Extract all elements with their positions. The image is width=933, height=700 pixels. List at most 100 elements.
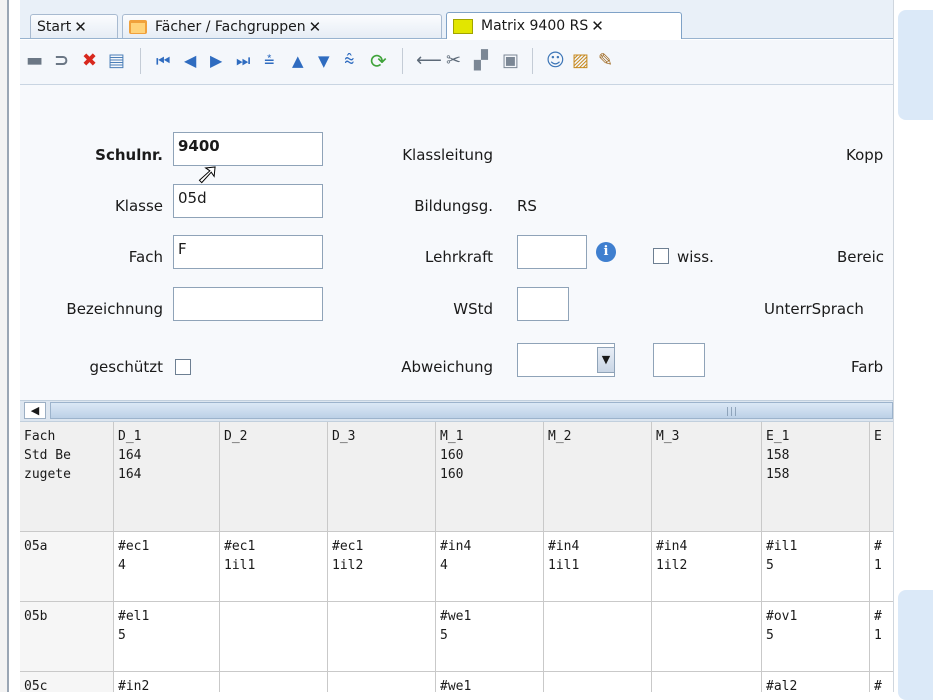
column-header-std: 164 <box>118 448 142 463</box>
grid-cell[interactable]: #we1 <box>436 672 544 692</box>
column-header-e_1[interactable]: E_1 158 158 <box>762 422 870 532</box>
grid-cell[interactable] <box>328 672 436 692</box>
copy-icon[interactable]: ▞ <box>474 50 488 72</box>
column-header-name: M_2 <box>548 429 572 444</box>
next-record-icon[interactable]: ▶ <box>210 50 222 72</box>
edit-icon[interactable]: ✎ <box>598 50 613 72</box>
grid-cell[interactable] <box>220 672 328 692</box>
lehrkraft-field[interactable] <box>517 235 587 269</box>
application-window: Start ✕ Fächer / Fachgruppen ✕ Matrix 94… <box>20 0 894 692</box>
column-header-name: M_1 <box>440 429 464 444</box>
grid-cell[interactable]: #il1 5 <box>762 532 870 602</box>
grid-cell[interactable]: #in4 1il1 <box>544 532 652 602</box>
grid-cell[interactable]: #in2 <box>114 672 220 692</box>
abweichung-extra-field[interactable] <box>653 343 705 377</box>
move-top-icon[interactable]: ⩮ <box>264 50 275 72</box>
grid-cell[interactable]: #al2 <box>762 672 870 692</box>
column-header-d_3[interactable]: D_3 <box>328 422 436 532</box>
back-arrow-icon[interactable]: ⟵ <box>416 50 442 72</box>
grid-cell[interactable] <box>544 672 652 692</box>
geschuetzt-checkbox[interactable] <box>175 359 191 375</box>
tab-start[interactable]: Start ✕ <box>30 14 118 38</box>
column-header-std <box>548 446 647 465</box>
lehrkraft-label: Lehrkraft <box>425 248 493 266</box>
grid-cell[interactable]: #ec1 1il1 <box>220 532 328 602</box>
column-header-zug <box>656 465 757 484</box>
user-icon[interactable]: ☺ <box>546 50 565 72</box>
wstd-field[interactable] <box>517 287 569 321</box>
first-record-icon[interactable]: ⏮ <box>156 50 170 72</box>
move-up-icon[interactable]: ▲ <box>292 50 304 72</box>
undo-icon[interactable]: ⊃ <box>54 50 69 72</box>
bezeichnung-field[interactable] <box>173 287 323 321</box>
tab-matrix[interactable]: Matrix 9400 RS ✕ <box>446 12 682 39</box>
move-down-icon[interactable]: ▼ <box>318 50 330 72</box>
save-icon[interactable]: ▬ <box>26 50 43 72</box>
grid-cell[interactable]: #in4 4 <box>436 532 544 602</box>
schulnr-label: Schulnr. <box>95 146 163 164</box>
column-header-std <box>656 446 757 465</box>
bildungsg-label: Bildungsg. <box>414 197 493 215</box>
cut-icon[interactable]: ✂ <box>446 50 461 72</box>
grid-cell[interactable]: #ec1 1il2 <box>328 532 436 602</box>
column-header-e[interactable]: E <box>870 422 893 532</box>
column-header-m_1[interactable]: M_1 160 160 <box>436 422 544 532</box>
report-icon[interactable]: ▨ <box>572 50 589 72</box>
delete-icon[interactable]: ✖ <box>82 50 97 72</box>
grid-cell[interactable]: # 1 <box>870 532 893 602</box>
grid-cell[interactable]: #ec1 4 <box>114 532 220 602</box>
bildungsg-value: RS <box>517 197 537 215</box>
last-record-icon[interactable]: ⏭ <box>236 50 250 72</box>
grid-cell[interactable] <box>652 602 762 672</box>
info-icon[interactable]: i <box>596 242 616 262</box>
grid-cell[interactable] <box>544 602 652 672</box>
close-icon[interactable]: ✕ <box>74 18 87 36</box>
fach-field[interactable]: F <box>173 235 323 269</box>
unterrsprache-label: UnterrSprach <box>764 300 864 318</box>
refresh-icon[interactable]: ⟳ <box>370 50 387 72</box>
row-header-05a[interactable]: 05a <box>20 532 114 602</box>
close-icon[interactable]: ✕ <box>591 17 604 35</box>
column-header-m_3[interactable]: M_3 <box>652 422 762 532</box>
column-header-zug <box>224 465 323 484</box>
column-header-d_1[interactable]: D_1 164 164 <box>114 422 220 532</box>
bezeichnung-label: Bezeichnung <box>66 300 163 318</box>
row-header-05c[interactable]: 05c <box>20 672 114 692</box>
column-header-name: D_2 <box>224 429 248 444</box>
column-header-name: M_3 <box>656 429 680 444</box>
grid-cell[interactable] <box>328 602 436 672</box>
column-header-d_2[interactable]: D_2 <box>220 422 328 532</box>
grid-cell[interactable]: # <box>870 672 893 692</box>
close-icon[interactable]: ✕ <box>309 18 322 36</box>
matrix-icon <box>453 18 473 34</box>
column-header-zug: 164 <box>118 467 142 482</box>
toolbar-separator <box>532 48 533 74</box>
toolbar-separator <box>402 48 403 74</box>
kopp-label: Kopp <box>846 146 884 164</box>
paste-icon[interactable]: ▣ <box>502 50 519 72</box>
scroll-left-icon[interactable]: ◀ <box>24 402 46 419</box>
tab-faecher[interactable]: Fächer / Fachgruppen ✕ <box>122 14 442 38</box>
scroll-thumb[interactable]: ||| <box>50 402 893 419</box>
grid-cell[interactable]: #we1 5 <box>436 602 544 672</box>
horizontal-scrollbar[interactable]: ◀ ||| <box>20 400 893 422</box>
grid-cell[interactable]: #in4 1il2 <box>652 532 762 602</box>
grid-cell[interactable] <box>652 672 762 692</box>
column-header-std <box>332 446 431 465</box>
prev-record-icon[interactable]: ◀ <box>184 50 196 72</box>
klasse-field[interactable]: 05d <box>173 184 323 218</box>
column-header-zug <box>332 465 431 484</box>
move-bottom-icon[interactable]: ⩯ <box>344 50 355 72</box>
row-header-05b[interactable]: 05b <box>20 602 114 672</box>
klasse-label: Klasse <box>114 197 163 215</box>
tab-label: Matrix 9400 RS <box>481 18 589 34</box>
wstd-label: WStd <box>453 300 493 318</box>
column-header-m_2[interactable]: M_2 <box>544 422 652 532</box>
grid-cell[interactable]: # 1 <box>870 602 893 672</box>
wiss-checkbox[interactable] <box>653 248 669 264</box>
chevron-down-icon[interactable]: ▼ <box>597 347 615 373</box>
grid-cell[interactable]: #el1 5 <box>114 602 220 672</box>
grid-cell[interactable]: #ov1 5 <box>762 602 870 672</box>
grid-cell[interactable] <box>220 602 328 672</box>
new-record-icon[interactable]: ▤ <box>108 50 125 72</box>
